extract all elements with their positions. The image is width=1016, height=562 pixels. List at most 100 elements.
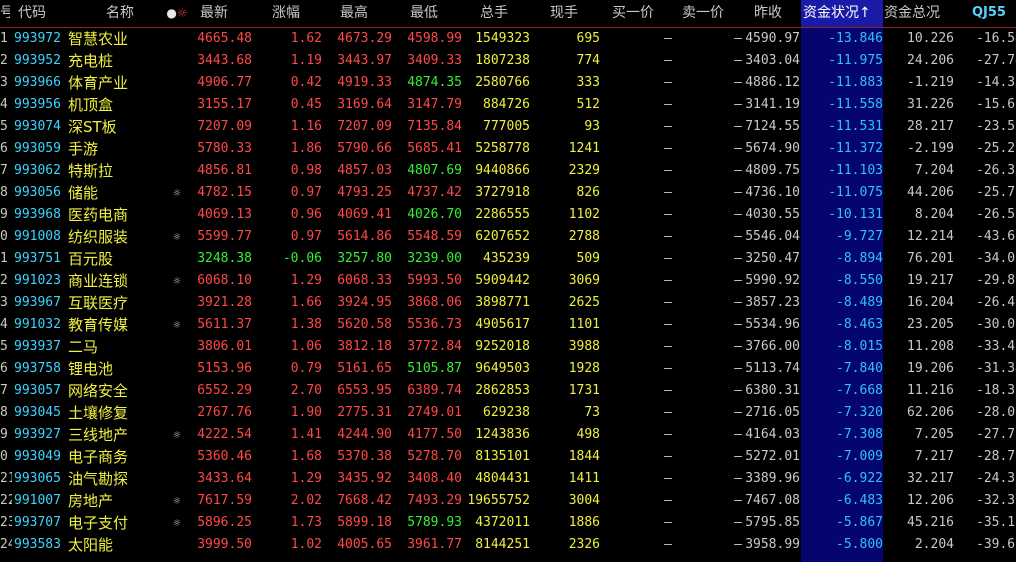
fund-status: -11.531 xyxy=(828,119,883,134)
table-row[interactable]: 0 993049 电子商务 5360.46 1.68 5370.38 5278.70 8135… xyxy=(0,446,1016,468)
header-ask[interactable]: 卖一价 xyxy=(682,0,744,27)
current-volume: 1102 xyxy=(568,207,600,222)
table-row[interactable]: 2 991023 商业连锁 ☼ 6068.10 1.29 6068.33 5993.50 590… xyxy=(0,270,1016,292)
header-change[interactable]: 涨幅 xyxy=(272,0,312,27)
header-index[interactable]: 号 xyxy=(0,0,10,27)
flag-icon: ☼ xyxy=(173,274,181,288)
total-volume: 4905617 xyxy=(475,317,530,332)
low-price: 5536.73 xyxy=(407,317,462,332)
bid-price: — xyxy=(664,427,672,442)
fund-summary: 45.216 xyxy=(907,515,954,530)
table-row[interactable]: 24 993583 太阳能 3999.50 1.02 4005.65 3961.77 8144… xyxy=(0,534,1016,556)
qj55-value: -35.15 xyxy=(976,515,1016,530)
table-row[interactable]: 23 993707 电子支付 ☼ 5896.25 1.73 5899.18 5789.93 43… xyxy=(0,512,1016,534)
table-row[interactable]: 6 993758 锂电池 5153.96 0.79 5161.65 5105.87 96495… xyxy=(0,358,1016,380)
table-row[interactable]: 3 993967 互联医疗 3921.28 1.66 3924.95 3868.06 3898… xyxy=(0,292,1016,314)
table-row[interactable]: 9 993927 三线地产 ☼ 4222.54 1.41 4244.90 4177.50 124… xyxy=(0,424,1016,446)
current-volume: 1928 xyxy=(568,361,600,376)
table-row[interactable]: 4 993956 机顶盒 3155.17 0.45 3169.64 3147.79 88472… xyxy=(0,94,1016,116)
table-row[interactable]: 8 993045 土壤修复 2767.76 1.90 2775.31 2749.01 6292… xyxy=(0,402,1016,424)
high-price: 4857.03 xyxy=(337,163,392,178)
header-code[interactable]: 代码 xyxy=(18,0,68,27)
prev-close: 5795.85 xyxy=(745,515,800,530)
header-prev-close[interactable]: 昨收 xyxy=(754,0,794,27)
stock-code: 993956 xyxy=(14,97,61,112)
row-index: 1 xyxy=(0,31,8,46)
high-price: 7668.42 xyxy=(337,493,392,508)
prev-close: 3141.19 xyxy=(745,97,800,112)
flag-icon xyxy=(160,94,194,116)
current-volume: 3988 xyxy=(568,339,600,354)
fund-summary: -2.199 xyxy=(907,141,954,156)
fund-status: -13.846 xyxy=(828,31,883,46)
current-volume: 509 xyxy=(576,251,600,266)
row-index: 3 xyxy=(0,75,8,90)
table-row[interactable]: 5 993074 深ST板 7207.09 1.16 7207.09 7135.84 7770… xyxy=(0,116,1016,138)
current-volume: 3069 xyxy=(568,273,600,288)
header-flags[interactable]: ●☼ xyxy=(160,0,194,27)
table-row[interactable]: 5 993937 二马 3806.01 1.06 3812.18 3772.84 925201… xyxy=(0,336,1016,358)
table-row[interactable]: 0 991008 纺织服装 ☼ 5599.77 0.97 5614.86 5548.59 620… xyxy=(0,226,1016,248)
fund-summary: 16.204 xyxy=(907,295,954,310)
table-row[interactable]: 8 993056 储能 ☼ 4782.15 0.97 4793.25 4737.42 37279… xyxy=(0,182,1016,204)
table-row[interactable]: 7 993057 网络安全 6552.29 2.70 6553.95 6389.74 2862… xyxy=(0,380,1016,402)
fund-summary: 24.206 xyxy=(907,53,954,68)
stock-code: 993758 xyxy=(14,361,61,376)
total-volume: 6207652 xyxy=(475,229,530,244)
last-price: 3443.68 xyxy=(197,53,252,68)
stock-code: 993968 xyxy=(14,207,61,222)
header-fund-status-sorted[interactable]: 资金状况↑ xyxy=(801,0,883,27)
table-row[interactable]: 1 993972 智慧农业 4665.48 1.62 4673.29 4598.99 1549… xyxy=(0,28,1016,50)
fund-summary: 12.206 xyxy=(907,493,954,508)
table-row[interactable]: 7 993062 特斯拉 4856.81 0.98 4857.03 4807.69 94408… xyxy=(0,160,1016,182)
flag-icon xyxy=(160,116,194,138)
table-row[interactable]: 9 993968 医药电商 4069.13 0.96 4069.41 4026.70 2286… xyxy=(0,204,1016,226)
last-price: 6068.10 xyxy=(197,273,252,288)
qj55-value: -34.08 xyxy=(976,251,1016,266)
table-row[interactable]: 3 993966 体育产业 4906.77 0.42 4919.33 4874.35 2580… xyxy=(0,72,1016,94)
header-bid[interactable]: 买一价 xyxy=(612,0,674,27)
qj55-value: -31.34 xyxy=(976,361,1016,376)
table-row[interactable]: 21 993065 油气勘探 3433.64 1.29 3435.92 3408.40 480… xyxy=(0,468,1016,490)
bid-price: — xyxy=(664,185,672,200)
bid-price: — xyxy=(664,229,672,244)
row-index: 0 xyxy=(0,229,8,244)
prev-close: 6380.31 xyxy=(745,383,800,398)
last-price: 4069.13 xyxy=(197,207,252,222)
prev-close: 5113.74 xyxy=(745,361,800,376)
qj55-value: -18.38 xyxy=(976,383,1016,398)
ask-price: — xyxy=(734,53,742,68)
qj55-value: -29.80 xyxy=(976,273,1016,288)
header-current-volume[interactable]: 现手 xyxy=(550,0,590,27)
current-volume: 333 xyxy=(576,75,600,90)
table-row[interactable]: 2 993952 充电桩 3443.68 1.19 3443.97 3409.33 18072… xyxy=(0,50,1016,72)
fund-status: -11.975 xyxy=(828,53,883,68)
header-qj55[interactable]: QJ55 xyxy=(958,0,1016,27)
header-name[interactable]: 名称 xyxy=(106,0,156,27)
fund-summary: 7.205 xyxy=(914,427,954,442)
current-volume: 1731 xyxy=(568,383,600,398)
flag-icon xyxy=(160,358,194,380)
ask-price: — xyxy=(734,185,742,200)
table-row[interactable]: 6 993059 手游 5780.33 1.86 5790.66 5685.41 525877… xyxy=(0,138,1016,160)
change-percent: 0.45 xyxy=(290,97,322,112)
header-fund-summary[interactable]: 资金总况 xyxy=(884,0,956,27)
table-row[interactable]: 4 991032 教育传媒 ☼ 5611.37 1.38 5620.58 5536.73 490… xyxy=(0,314,1016,336)
flag-icon xyxy=(160,248,194,270)
total-volume: 4372011 xyxy=(475,515,530,530)
ask-price: — xyxy=(734,361,742,376)
header-low[interactable]: 最低 xyxy=(410,0,450,27)
high-price: 5161.65 xyxy=(337,361,392,376)
current-volume: 1886 xyxy=(568,515,600,530)
qj55-value: -25.23 xyxy=(976,141,1016,156)
row-index: 5 xyxy=(0,119,8,134)
bid-price: — xyxy=(664,515,672,530)
dot-icon: ● xyxy=(166,6,177,20)
high-price: 4244.90 xyxy=(337,427,392,442)
table-row[interactable]: 1 993751 百元股 3248.38 -0.06 3257.80 3239.00 4352… xyxy=(0,248,1016,270)
header-volume[interactable]: 总手 xyxy=(480,0,520,27)
table-row[interactable]: 22 991007 房地产 ☼ 7617.59 2.02 7668.42 7493.29 196… xyxy=(0,490,1016,512)
fund-status: -7.320 xyxy=(836,405,883,420)
header-high[interactable]: 最高 xyxy=(340,0,380,27)
header-last[interactable]: 最新 xyxy=(200,0,240,27)
